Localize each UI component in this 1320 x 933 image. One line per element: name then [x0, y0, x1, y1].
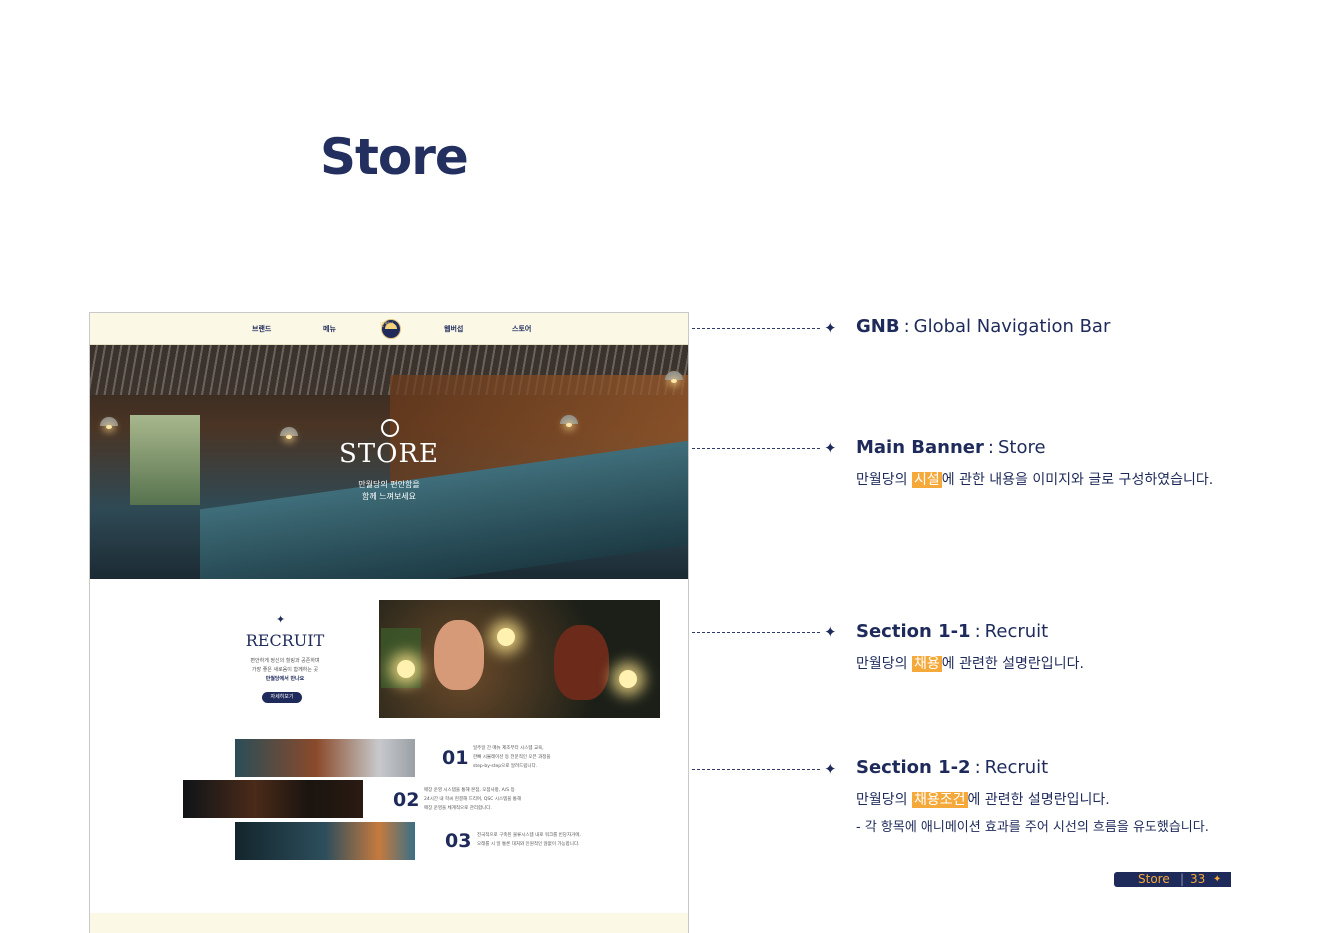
- step-text-line: 한뼈 시뮬레이션 등 전문적인 오픈 과정을: [473, 755, 551, 760]
- recruit-text-line: 편안하게 정신의 힐링과 공존하며: [250, 658, 320, 664]
- recruit-photo: [379, 600, 660, 718]
- step-text-line: 매장 운영을 체계적으로 관리합니다.: [424, 806, 492, 811]
- brand-logo[interactable]: 만월당: [380, 319, 401, 339]
- website-mockup: 브랜드 메뉴 만월당 웹버섭 스토어 STORE 만월당의 편안함을 함께 느껴…: [89, 312, 689, 933]
- photo-light: [619, 670, 637, 688]
- step-1-number: 01: [442, 747, 469, 769]
- photo-chair: [381, 628, 421, 688]
- step-3-photo: [235, 822, 415, 860]
- step-text-line: 전국적으로 구축된 물류시스템 내로 워크를 빈당자거에,: [477, 833, 581, 838]
- annotation-gnb-title: GNB: Global Navigation Bar: [856, 316, 1110, 337]
- annotation-section-1-2-title: Section 1-2: Recruit: [856, 757, 1048, 778]
- desc-highlight: 채용조건: [911, 792, 968, 808]
- annotation-label: GNB: [856, 316, 900, 337]
- gnb-item-brand[interactable]: 브랜드: [252, 324, 271, 334]
- annotation-section-1-1-desc: 만월당의 채용 에 관련한 설명란입니다.: [856, 653, 1084, 673]
- desc-highlight: 시설: [911, 472, 942, 488]
- step-2-text: 매장 운영 시스템을 통해 본점, 오점사항, A/S 등 24시간 내 학씨 …: [424, 786, 521, 813]
- step-2-photo: [183, 780, 363, 818]
- photo-teddy-bear: [434, 620, 484, 690]
- gnb-item-menu[interactable]: 메뉴: [323, 324, 336, 334]
- lamp-icon: [100, 417, 118, 429]
- annotation-separator: :: [903, 316, 910, 337]
- annotation-label: Section 1-1: [856, 621, 971, 642]
- annotation-label: Section 1-2: [856, 757, 971, 778]
- step-2-number: 02: [393, 789, 420, 811]
- step-1-text: 일주일 간 매뉴 제조부터 시스템 교육, 한뼈 시뮬레이션 등 전문적인 오픈…: [473, 744, 551, 771]
- footer-section: Store: [1138, 872, 1170, 886]
- gnb: 브랜드 메뉴 만월당 웹버섭 스토어: [90, 313, 688, 345]
- banner-subtitle-line: 만월당의 편안함을: [358, 480, 420, 489]
- step-text-line: 일주일 간 매뉴 제조부터 시스템 교육,: [473, 746, 544, 751]
- mockup-footer: [90, 913, 688, 933]
- lamp-icon: [280, 427, 298, 439]
- sparkle-icon: ✦: [824, 760, 837, 778]
- annotation-label: Main Banner: [856, 437, 984, 458]
- brand-logo-text: 만월당: [380, 322, 394, 328]
- annotation-value: Global Navigation Bar: [913, 316, 1111, 337]
- photo-light: [397, 660, 415, 678]
- leader-line: [692, 632, 820, 633]
- sparkle-icon: ✦: [824, 439, 837, 457]
- recruit-text-line: 가장 좋은 새로움이 함께하는 곳: [251, 667, 319, 673]
- photo-teddy-bear: [554, 625, 609, 700]
- footer-divider: |: [1180, 872, 1185, 886]
- annotation-main-banner-desc: 만월당의 시설 에 관한 내용을 이미지와 글로 구성하였습니다.: [856, 469, 1213, 489]
- desc-text: 에 관련한 설명란입니다.: [967, 792, 1110, 808]
- footer-page-number: 33: [1190, 872, 1206, 886]
- leader-line: [692, 328, 820, 329]
- desc-text: 에 관련한 설명란입니다.: [941, 656, 1084, 672]
- photo-light: [497, 628, 515, 646]
- annotation-section-1-2-note: - 각 항목에 애니메이션 효과를 주어 시선의 흐름을 유도했습니다.: [856, 820, 1209, 835]
- step-text-line: 24시간 내 학씨 현결해 드리며, QSC 시스템을 통해: [424, 797, 522, 802]
- banner-title: STORE: [338, 439, 440, 469]
- annotation-value: Recruit: [984, 757, 1049, 778]
- page-title: Store: [320, 128, 469, 186]
- annotation-separator: :: [974, 757, 981, 778]
- desc-highlight: 채용: [911, 656, 942, 672]
- step-1-photo: [235, 739, 415, 777]
- recruit-more-button[interactable]: 자세히보기: [262, 692, 302, 703]
- gnb-item-store[interactable]: 스토어: [512, 324, 531, 334]
- annotation-value: Store: [997, 437, 1046, 458]
- annotation-section-1-1-title: Section 1-1: Recruit: [856, 621, 1048, 642]
- annotation-main-banner-title: Main Banner: Store: [856, 437, 1046, 458]
- annotation-separator: :: [987, 437, 994, 458]
- sparkle-icon: ✦: [824, 319, 837, 337]
- step-3-text: 전국적으로 구축된 물류시스템 내로 워크를 빈당자거에, 오래를 시 일 통론…: [477, 831, 581, 849]
- annotation-separator: :: [974, 621, 981, 642]
- banner-logo-icon: [381, 419, 399, 437]
- recruit-title: RECRUIT: [245, 631, 325, 650]
- sparkle-icon: ✦: [276, 613, 286, 626]
- leader-line: [692, 769, 820, 770]
- sparkle-icon: ✦: [824, 623, 837, 641]
- page-footer-badge: Store | 33 ✦: [1114, 872, 1231, 887]
- gnb-item-webshop[interactable]: 웹버섭: [444, 324, 463, 334]
- annotation-value: Recruit: [984, 621, 1049, 642]
- sparkle-icon: ✦: [1213, 874, 1222, 885]
- annotation-section-1-2-desc: 만월당의 채용조건 에 관련한 설명란입니다.: [856, 789, 1110, 809]
- desc-text: 에 관한 내용을 이미지와 글로 구성하였습니다.: [941, 472, 1214, 488]
- step-3-number: 03: [445, 830, 472, 852]
- step-text-line: 매장 운영 시스템을 통해 본점, 오점사항, A/S 등: [424, 788, 515, 793]
- main-banner: STORE 만월당의 편안함을 함께 느껴보세요: [90, 345, 688, 579]
- desc-text: 만월당의: [856, 656, 912, 672]
- desc-text: 만월당의: [856, 472, 912, 488]
- banner-subtitle-line: 함께 느껴보세요: [361, 492, 417, 501]
- step-text-line: 오래를 시 일 통론 대처와 인원적인 않없이 가능합니다.: [477, 842, 580, 847]
- desc-text: 만월당의: [856, 792, 912, 808]
- step-text-line: step-by-step으로 알려드립니다.: [473, 764, 538, 769]
- recruit-text-line: 만월당에서 만나요: [265, 676, 305, 682]
- leader-line: [692, 448, 820, 449]
